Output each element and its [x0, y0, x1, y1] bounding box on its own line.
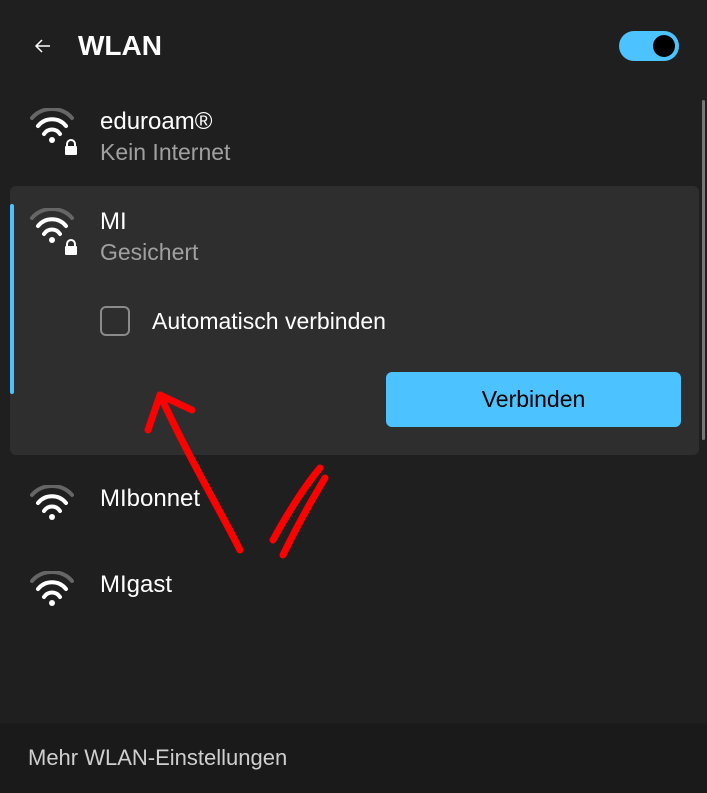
auto-connect-label: Automatisch verbinden	[152, 308, 386, 335]
network-info: MIgast	[100, 569, 681, 600]
auto-connect-row: Automatisch verbinden	[100, 306, 681, 336]
lock-icon	[62, 238, 80, 256]
toggle-knob	[653, 35, 675, 57]
network-info: eduroam® Kein Internet	[100, 106, 681, 166]
connect-button[interactable]: Verbinden	[386, 372, 681, 427]
selection-indicator	[10, 204, 14, 394]
network-item-migast[interactable]: MIgast	[10, 549, 699, 635]
scrollbar-thumb[interactable]	[702, 100, 705, 440]
wifi-toggle[interactable]	[619, 31, 679, 61]
network-status: Kein Internet	[100, 139, 681, 166]
network-name: eduroam®	[100, 106, 681, 137]
wifi-open-icon	[30, 485, 74, 529]
wifi-secured-icon	[30, 108, 74, 152]
page-title: WLAN	[78, 30, 619, 62]
wifi-secured-icon	[30, 208, 74, 252]
network-status: Gesichert	[100, 239, 681, 266]
auto-connect-checkbox[interactable]	[100, 306, 130, 336]
connect-row: Verbinden	[100, 372, 681, 427]
network-item-mibonnet[interactable]: MIbonnet	[10, 463, 699, 549]
lock-icon	[62, 138, 80, 156]
back-button[interactable]	[28, 31, 58, 61]
network-info: MI Gesichert Automatisch verbinden Verbi…	[100, 206, 681, 435]
network-info: MIbonnet	[100, 483, 681, 514]
network-name: MIbonnet	[100, 483, 681, 514]
header: WLAN	[0, 0, 707, 86]
more-settings-link[interactable]: Mehr WLAN-Einstellungen	[0, 722, 707, 793]
more-settings-label: Mehr WLAN-Einstellungen	[28, 745, 287, 770]
network-item-eduroam[interactable]: eduroam® Kein Internet	[10, 86, 699, 186]
network-item-mi[interactable]: MI Gesichert Automatisch verbinden Verbi…	[10, 186, 699, 455]
wifi-open-icon	[30, 571, 74, 615]
network-name: MIgast	[100, 569, 681, 600]
network-name: MI	[100, 206, 681, 237]
network-list: eduroam® Kein Internet MI Gesichert	[0, 86, 707, 635]
